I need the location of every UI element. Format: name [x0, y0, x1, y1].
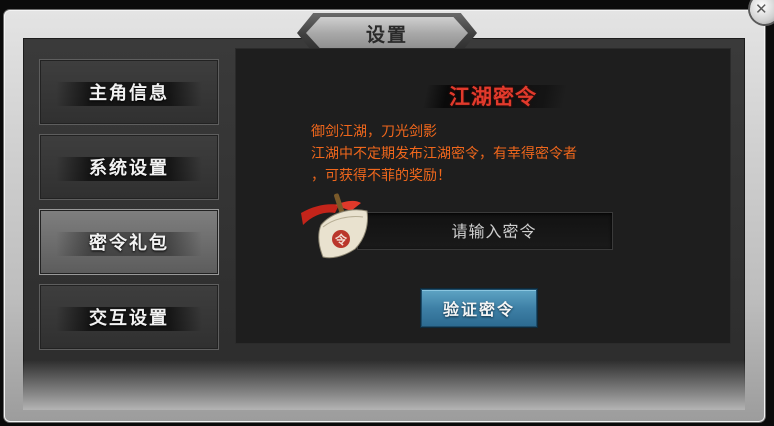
sidebar-item-system-settings[interactable]: 系统设置: [39, 134, 219, 200]
sidebar-item-label: 系统设置: [89, 158, 169, 179]
sidebar-item-label: 交互设置: [89, 308, 169, 329]
scroll-icon: 令: [301, 193, 368, 259]
scroll-seal-text: 令: [334, 232, 348, 247]
code-gift-panel: 江湖密令 御剑江湖，刀光剑影 江湖中不定期发布江湖密令，有幸得密令者 ，可获得不…: [235, 48, 731, 344]
sidebar-item-hero-info[interactable]: 主角信息: [39, 59, 219, 125]
window-title: 设置: [365, 23, 408, 46]
sidebar-item-interaction-settings[interactable]: 交互设置: [39, 284, 219, 350]
description-line: ，可获得不菲的奖励！: [311, 168, 451, 184]
sidebar-item-label: 密令礼包: [89, 233, 169, 254]
secret-code-input[interactable]: [357, 212, 613, 250]
description-line: 江湖中不定期发布江湖密令，有幸得密令者: [311, 146, 577, 162]
verify-code-button-label: 验证密令: [442, 300, 515, 319]
sidebar-item-label: 主角信息: [89, 83, 169, 104]
verify-code-button[interactable]: 验证密令: [421, 289, 537, 327]
close-icon: ✕: [755, 0, 768, 18]
description-line: 御剑江湖，刀光剑影: [311, 124, 437, 140]
sidebar-item-code-gift[interactable]: 密令礼包: [39, 209, 219, 275]
panel-description: 御剑江湖，刀光剑影 江湖中不定期发布江湖密令，有幸得密令者 ，可获得不菲的奖励！: [311, 121, 691, 187]
panel-heading: 江湖密令: [431, 81, 555, 111]
title-plaque-face: 设置: [306, 17, 468, 49]
panel-heading-text: 江湖密令: [449, 84, 537, 109]
